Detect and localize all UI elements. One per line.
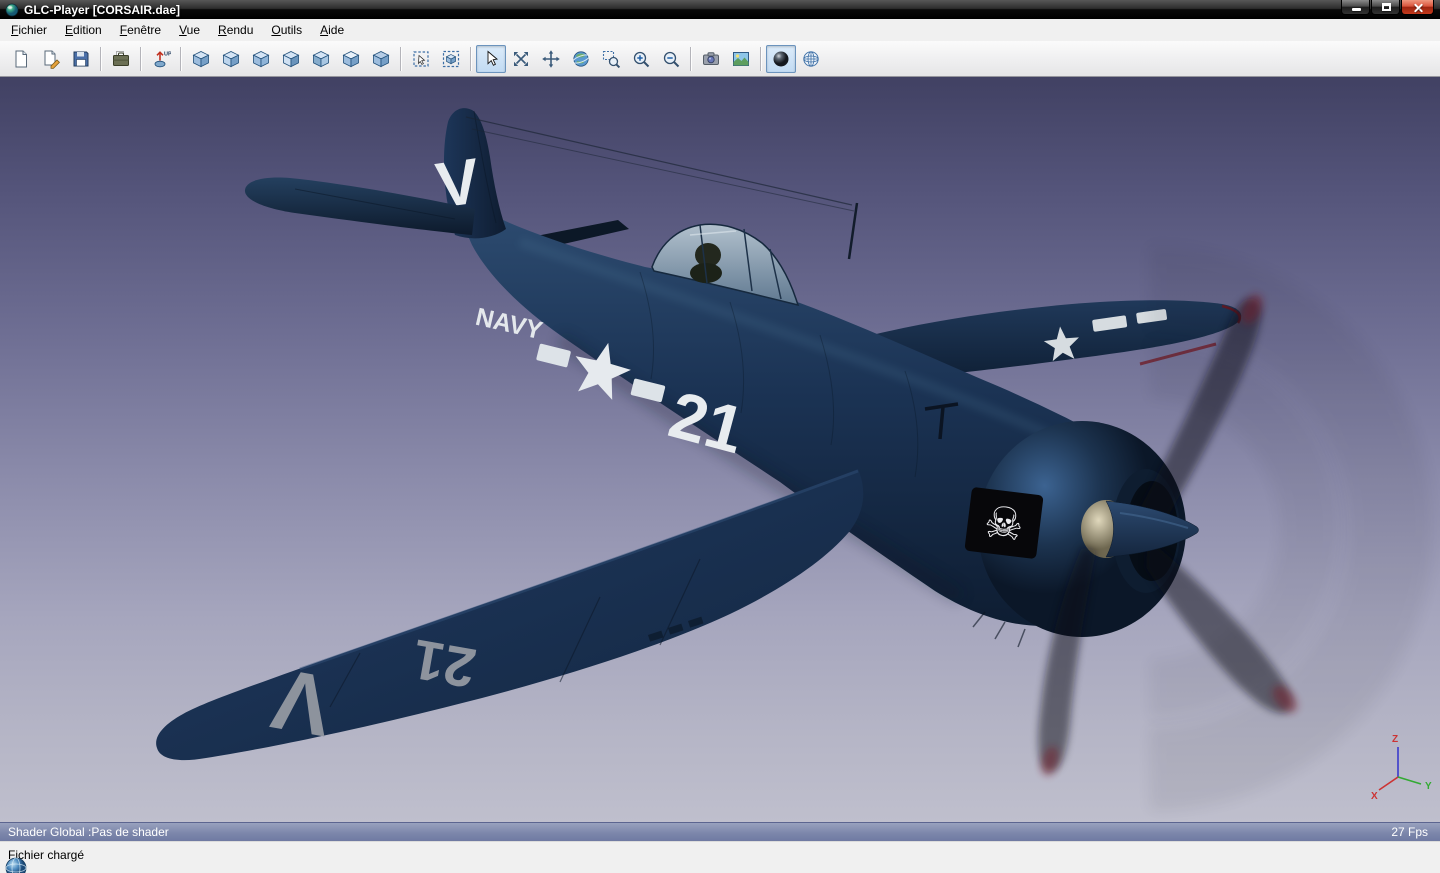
menu-vue[interactable]: Vue [170, 20, 209, 41]
near-wing: V 21 [156, 469, 863, 760]
up-view-button[interactable]: UP [146, 45, 176, 73]
message-bar: Fichier chargé [0, 841, 1440, 873]
new-album-icon [11, 49, 31, 69]
toolbar-separator [690, 47, 692, 71]
window-title: GLC-Player [CORSAIR.dae] [24, 3, 180, 17]
axis-y-label: Y [1425, 781, 1432, 792]
glc-player-window: GLC-Player [CORSAIR.dae] Fichier Edition… [0, 0, 1440, 873]
pan-tool-icon [541, 49, 561, 69]
zoom-out-icon [661, 49, 681, 69]
toolbar-separator [400, 47, 402, 71]
back-view-button[interactable] [246, 45, 276, 73]
zoom-window-icon [601, 49, 621, 69]
toolbar-separator [760, 47, 762, 71]
back-view-icon [251, 49, 271, 69]
texture-button[interactable] [726, 45, 756, 73]
top-view-icon [341, 49, 361, 69]
toolbar: UP [0, 41, 1440, 77]
iso-view-icon [191, 49, 211, 69]
snapshot-button[interactable] [696, 45, 726, 73]
app-icon [5, 3, 19, 17]
shaded-mode-toggle[interactable] [766, 45, 796, 73]
orbit-tool-button[interactable] [566, 45, 596, 73]
menu-aide[interactable]: Aide [311, 20, 353, 41]
svg-text:UP: UP [164, 51, 171, 57]
toolbar-separator [140, 47, 142, 71]
texture-icon [731, 49, 751, 69]
left-view-button[interactable] [276, 45, 306, 73]
open-album-button[interactable] [36, 45, 66, 73]
wing-letter: V [265, 650, 338, 755]
globe-status-icon [4, 856, 28, 873]
select-body-button[interactable] [436, 45, 466, 73]
toolbar-separator [180, 47, 182, 71]
viewport-3d[interactable]: V NAV [0, 77, 1440, 822]
spinner [1106, 501, 1199, 557]
iso-view-button[interactable] [186, 45, 216, 73]
shaded-mode-icon [771, 49, 791, 69]
axis-indicator: Z X Y [1371, 734, 1432, 802]
status-bar: Shader Global :Pas de shader 27 Fps [0, 822, 1440, 841]
wireframe-globe-toggle[interactable] [796, 45, 826, 73]
pan-tool-button[interactable] [536, 45, 566, 73]
right-view-icon [311, 49, 331, 69]
menu-fichier[interactable]: Fichier [2, 20, 56, 41]
pointer-tool-button[interactable] [476, 45, 506, 73]
zoom-in-icon [631, 49, 651, 69]
bottom-view-button[interactable] [366, 45, 396, 73]
toolbar-separator [100, 47, 102, 71]
wing-number: 21 [408, 628, 480, 701]
open-file-icon [111, 49, 131, 69]
menu-edition[interactable]: Edition [56, 20, 111, 41]
snapshot-icon [701, 49, 721, 69]
orbit-tool-icon [571, 49, 591, 69]
minimize-icon [1352, 8, 1361, 11]
zoom-window-button[interactable] [596, 45, 626, 73]
maximize-button[interactable] [1371, 0, 1400, 15]
select-frame-icon [411, 49, 431, 69]
minimize-button[interactable] [1341, 0, 1370, 15]
save-album-button[interactable] [66, 45, 96, 73]
zoom-in-button[interactable] [626, 45, 656, 73]
skull-icon: ☠ [981, 496, 1026, 551]
front-view-icon [221, 49, 241, 69]
corsair-model[interactable]: V NAV [0, 77, 1440, 822]
title-bar[interactable]: GLC-Player [CORSAIR.dae] [0, 0, 1440, 19]
axis-x-label: X [1371, 791, 1378, 802]
toolbar-separator [470, 47, 472, 71]
up-view-icon: UP [151, 49, 171, 69]
close-button[interactable] [1401, 0, 1434, 15]
new-album-button[interactable] [6, 45, 36, 73]
move-tool-button[interactable] [506, 45, 536, 73]
pointer-tool-icon [481, 49, 501, 69]
axis-z-label: Z [1392, 734, 1398, 745]
move-tool-icon [511, 49, 531, 69]
open-file-button[interactable] [106, 45, 136, 73]
maximize-icon [1382, 3, 1391, 11]
open-album-icon [41, 49, 61, 69]
fps-counter: 27 Fps [1391, 825, 1428, 839]
jolly-roger: ☠ [964, 487, 1043, 559]
menu-outils[interactable]: Outils [262, 20, 311, 41]
right-view-button[interactable] [306, 45, 336, 73]
left-view-icon [281, 49, 301, 69]
window-controls [1340, 0, 1434, 15]
shader-status: Shader Global :Pas de shader [8, 825, 169, 839]
front-view-button[interactable] [216, 45, 246, 73]
wireframe-globe-icon [801, 49, 821, 69]
menu-bar: Fichier Edition Fenêtre Vue Rendu Outils… [0, 19, 1440, 41]
menu-fenetre[interactable]: Fenêtre [111, 20, 170, 41]
save-album-icon [71, 49, 91, 69]
menu-rendu[interactable]: Rendu [209, 20, 262, 41]
bottom-view-icon [371, 49, 391, 69]
zoom-out-button[interactable] [656, 45, 686, 73]
select-frame-button[interactable] [406, 45, 436, 73]
top-view-button[interactable] [336, 45, 366, 73]
select-body-icon [441, 49, 461, 69]
